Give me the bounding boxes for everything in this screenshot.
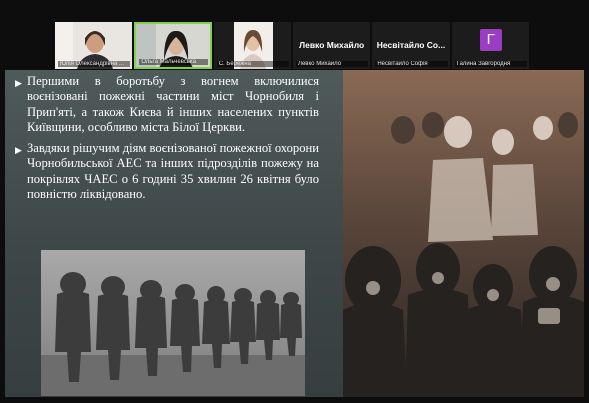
firefighters-collage [343,70,584,397]
slide-text: ▶ Першими в боротьбу з вогнем включилися… [15,74,319,208]
bullet-text: Завдяки рішучим діям воєнізованої пожежн… [27,141,319,202]
participant-display-name: Несвітайло Со... [376,40,446,50]
bullet-triangle-icon: ▶ [15,145,22,156]
participant-name: Ольга Мальчевська [139,59,208,65]
avatar: Г [479,29,502,51]
participant-tile[interactable]: Г Галина Завгородня [451,22,529,69]
participant-strip: Юлія Олександрівна ... Ольга Мальчевська… [55,22,529,69]
participant-tile[interactable]: Юлія Олександрівна ... [55,22,133,69]
participant-name: Левко Михайло [296,61,369,67]
participant-tile[interactable]: Несвітайло Со... Несвітайло Софія [372,22,450,69]
participant-name: С. Бережна [216,61,290,67]
bullet-triangle-icon: ▶ [15,78,22,88]
participant-name: Несвітайло Софія [375,61,448,67]
bullet-item: ▶ Завдяки рішучим діям воєнізованої поже… [15,141,319,202]
participant-tile-active[interactable]: Ольга Мальчевська [134,22,212,69]
shared-slide: ▶ Першими в боротьбу з вогнем включилися… [5,70,584,397]
bullet-text: Першими в боротьбу з вогнем включилися в… [27,74,319,134]
participant-tile[interactable]: С. Бережна [213,22,292,69]
participant-name: Юлія Олександрівна ... [58,61,131,67]
participant-name: Галина Завгородня [454,61,527,67]
liquidators-photo [41,250,305,396]
participant-display-name: Левко Михайло [299,40,365,50]
bullet-item: ▶ Першими в боротьбу з вогнем включилися… [15,74,319,135]
participant-tile[interactable]: Левко Михайло Левко Михайло [293,22,371,69]
